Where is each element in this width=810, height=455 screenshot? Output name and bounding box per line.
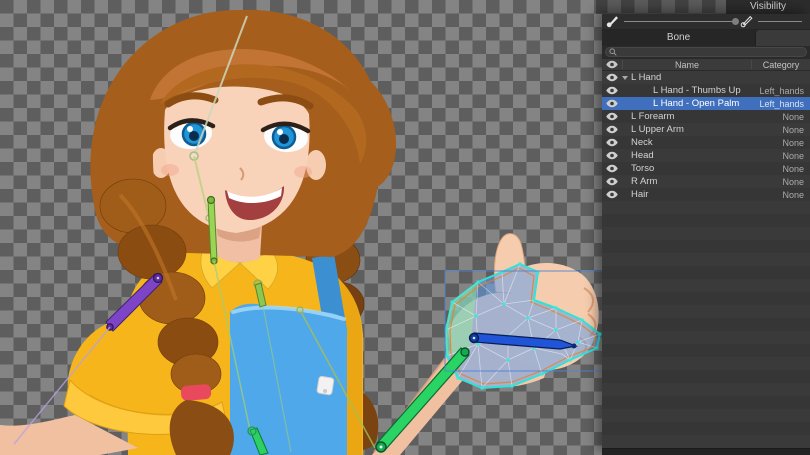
empty-row <box>602 331 810 344</box>
bone-outline-icon <box>740 15 754 28</box>
empty-row <box>602 227 810 240</box>
bone-row[interactable]: R Arm None <box>602 175 810 188</box>
bone-name-label: Neck <box>631 137 746 148</box>
panel-shadow <box>596 0 726 14</box>
search-strip <box>602 46 810 58</box>
bone-row[interactable]: L Hand - Open Palm Left_hands <box>602 97 810 110</box>
empty-row <box>602 266 810 279</box>
bone-category-label: None <box>746 112 810 122</box>
bone-row[interactable]: Head None <box>602 149 810 162</box>
bone-name-label: L Upper Arm <box>631 124 746 135</box>
tab-bone[interactable]: Bone <box>602 30 755 46</box>
empty-row <box>602 409 810 422</box>
visibility-eye-toggle[interactable] <box>602 164 622 173</box>
bone-category-label: Left_hands <box>746 99 810 109</box>
visibility-eye-toggle[interactable] <box>602 190 622 199</box>
bone-row[interactable]: Torso None <box>602 162 810 175</box>
eye-icon <box>606 60 618 69</box>
slider-knob[interactable] <box>732 18 739 25</box>
header-category[interactable]: Category <box>752 60 810 70</box>
empty-row <box>602 240 810 253</box>
bone-row[interactable]: L Forearm None <box>602 110 810 123</box>
bone-name-label: L Hand <box>631 72 746 83</box>
eye-icon <box>606 99 618 108</box>
empty-row <box>602 292 810 305</box>
visibility-eye-toggle[interactable] <box>602 86 622 95</box>
eye-icon <box>606 164 618 173</box>
visibility-eye-toggle[interactable] <box>602 151 622 160</box>
bone-row[interactable]: L Upper Arm None <box>602 123 810 136</box>
bone-name-label: L Hand - Open Palm <box>631 98 746 109</box>
empty-row <box>602 383 810 396</box>
search-field[interactable] <box>605 47 807 57</box>
bone-category-label: None <box>746 164 810 174</box>
empty-row <box>602 357 810 370</box>
foldout-triangle-icon[interactable] <box>622 76 628 80</box>
bone-name-label: Torso <box>631 163 746 174</box>
bone-name-label: L Forearm <box>631 111 746 122</box>
skinning-editor-canvas[interactable]: Visibility Bone <box>0 0 810 455</box>
visibility-eye-toggle[interactable] <box>602 99 622 108</box>
bone-row[interactable]: Hair None <box>602 188 810 201</box>
bone-name-label: L Hand - Thumbs Up <box>631 85 746 96</box>
header-name[interactable]: Name <box>623 60 751 70</box>
eye-icon <box>606 151 618 160</box>
panel-bottom-strip <box>602 448 810 455</box>
header-eye-column <box>602 60 622 69</box>
visibility-eye-toggle[interactable] <box>602 138 622 147</box>
table-header[interactable]: Name Category <box>602 58 810 71</box>
visibility-window-tab[interactable]: Visibility <box>726 0 810 14</box>
empty-row <box>602 344 810 357</box>
eye-icon <box>606 125 618 134</box>
empty-row <box>602 214 810 227</box>
visibility-eye-toggle[interactable] <box>602 73 622 82</box>
panel-tab-bar: Bone <box>602 30 810 46</box>
bone-name-label: R Arm <box>631 176 746 187</box>
eye-icon <box>606 73 618 82</box>
search-input[interactable] <box>617 48 803 56</box>
magnifier-icon <box>609 48 617 56</box>
bone-table-body: L Hand L Hand - Thumbs Up Left_hands L H… <box>602 71 810 448</box>
bone-filled-icon <box>606 15 620 28</box>
bone-opacity-slider-row <box>602 14 810 30</box>
empty-row <box>602 435 810 448</box>
mesh-opacity-slider[interactable] <box>758 21 802 22</box>
empty-row <box>602 318 810 331</box>
visibility-eye-toggle[interactable] <box>602 125 622 134</box>
eye-icon <box>606 86 618 95</box>
eye-icon <box>606 177 618 186</box>
bone-category-label: None <box>746 138 810 148</box>
visibility-eye-toggle[interactable] <box>602 177 622 186</box>
empty-row <box>602 422 810 435</box>
empty-row <box>602 201 810 214</box>
bone-row[interactable]: L Hand - Thumbs Up Left_hands <box>602 84 810 97</box>
eye-icon <box>606 112 618 121</box>
bone-category-label: None <box>746 177 810 187</box>
bone-row[interactable]: Neck None <box>602 136 810 149</box>
visibility-eye-toggle[interactable] <box>602 112 622 121</box>
empty-row <box>602 253 810 266</box>
bone-category-label: None <box>746 151 810 161</box>
empty-row <box>602 305 810 318</box>
empty-row <box>602 396 810 409</box>
bone-category-label: Left_hands <box>746 86 810 96</box>
eye-icon <box>606 190 618 199</box>
bone-name-label: Hair <box>631 189 746 200</box>
bone-category-label: None <box>746 125 810 135</box>
empty-row <box>602 370 810 383</box>
empty-row <box>602 279 810 292</box>
bone-category-label: None <box>746 190 810 200</box>
tab-sprite-partial[interactable] <box>755 30 810 46</box>
bone-row[interactable]: L Hand <box>602 71 810 84</box>
eye-icon <box>606 138 618 147</box>
bone-name-label: Head <box>631 150 746 161</box>
visibility-panel: Bone Name Category <box>602 14 810 455</box>
bone-opacity-slider[interactable] <box>624 21 736 22</box>
